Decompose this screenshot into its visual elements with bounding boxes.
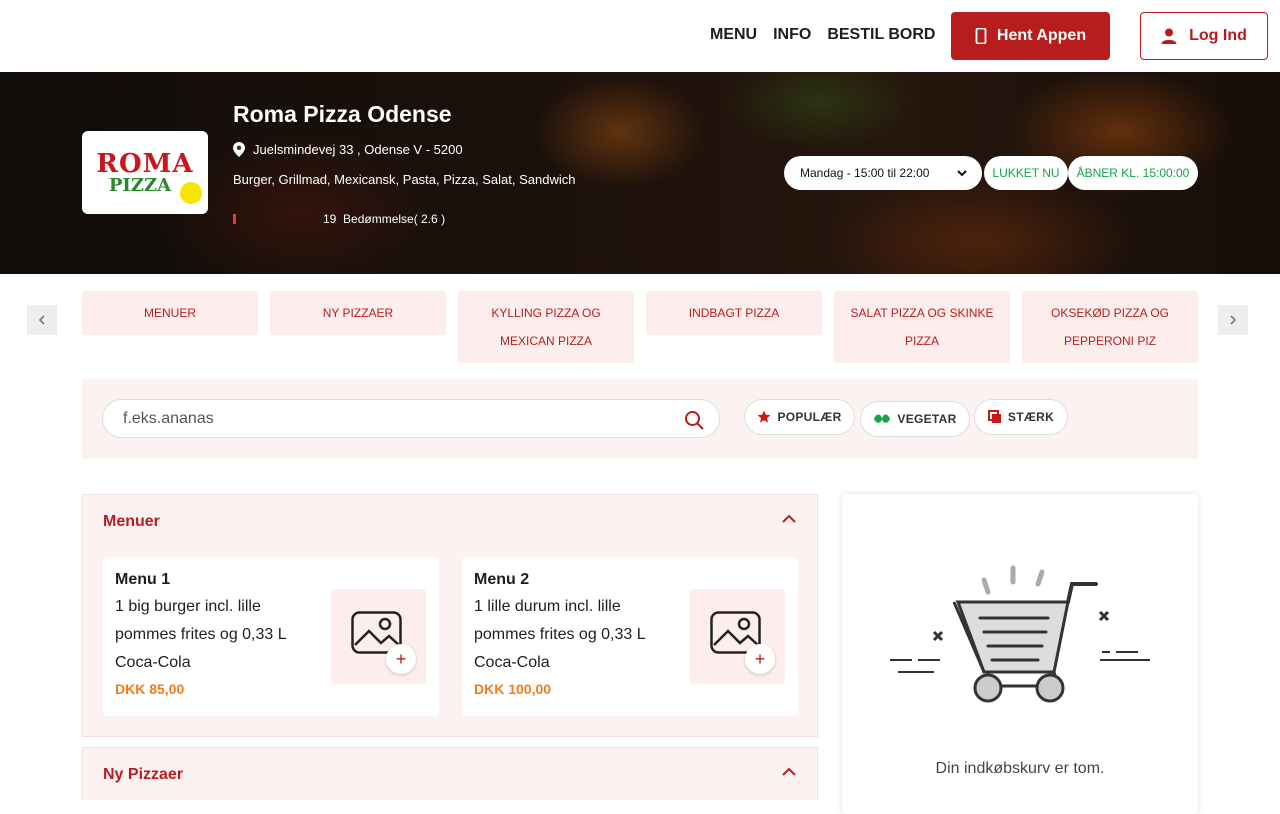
chevron-down-icon xyxy=(957,170,967,177)
item-description: 1 lille durum incl. lille pommes frites … xyxy=(474,598,646,671)
login-label: Log Ind xyxy=(1189,27,1247,44)
main-nav: MENU INFO BESTIL BORD xyxy=(710,26,935,44)
filter-spicy-button[interactable]: STÆRK xyxy=(974,399,1068,435)
nav-info-link[interactable]: INFO xyxy=(773,26,811,44)
logo-badge xyxy=(180,182,202,204)
nav-book-table-link[interactable]: BESTIL BORD xyxy=(827,26,935,44)
item-description: 1 big burger incl. lille pommes frites o… xyxy=(115,598,287,671)
chevron-left-icon xyxy=(38,315,45,325)
empty-cart-message: Din indkøbskurv er tom. xyxy=(935,760,1105,777)
phone-icon xyxy=(975,28,987,44)
address-text: Juelsmindevej 33 , Odense V - 5200 xyxy=(253,142,463,157)
menu-item-card[interactable]: Menu 2 1 lille durum incl. lille pommes … xyxy=(462,557,798,716)
menu-item-card[interactable]: Menu 1 1 big burger incl. lille pommes f… xyxy=(103,557,439,716)
user-icon xyxy=(1161,28,1177,44)
empty-cart-icon xyxy=(890,565,1150,703)
filter-vegetarian-button[interactable]: VEGETAR xyxy=(860,401,970,437)
chevron-up-icon[interactable] xyxy=(781,766,797,778)
item-image-placeholder: + xyxy=(331,589,426,684)
category-tab-kylling-pizza[interactable]: KYLLING PIZZA OG MEXICAN PIZZA xyxy=(458,291,634,363)
search-input[interactable] xyxy=(102,399,720,438)
add-to-cart-button[interactable]: + xyxy=(386,644,416,674)
nav-menu-link[interactable]: MENU xyxy=(710,26,757,44)
search-panel: POPULÆR VEGETAR STÆRK xyxy=(82,379,1198,459)
restaurant-logo: ROMA PIZZA xyxy=(82,131,208,214)
category-tab-menuer[interactable]: MENUER xyxy=(82,291,258,335)
menu-section-ny-pizzaer: Ny Pizzaer xyxy=(82,747,818,800)
category-tab-ny-pizzaer[interactable]: NY PIZZAER xyxy=(270,291,446,335)
search-icon[interactable] xyxy=(684,410,704,430)
login-button[interactable]: Log Ind xyxy=(1140,12,1268,60)
filter-vegetarian-label: VEGETAR xyxy=(897,412,957,426)
chevron-up-icon[interactable] xyxy=(781,513,797,525)
logo-text-pizza: PIZZA xyxy=(108,174,172,196)
rating-row: 19 Bedømmelse( 2.6 ) xyxy=(233,212,445,226)
location-pin-icon xyxy=(233,142,245,157)
item-name: Menu 1 xyxy=(115,571,171,588)
rating-stars xyxy=(233,214,236,224)
chili-icon xyxy=(987,410,1001,423)
opening-hours-select[interactable]: Mandag - 15:00 til 22:00 xyxy=(784,156,982,190)
closed-now-badge: LUKKET NU xyxy=(984,156,1068,190)
opens-at-badge: ÅBNER KL. 15:00:00 xyxy=(1068,156,1198,190)
cuisine-list: Burger, Grillmad, Mexicansk, Pasta, Pizz… xyxy=(233,172,576,187)
section-title: Menuer xyxy=(103,513,160,530)
top-bar: MENU INFO BESTIL BORD Hent Appen Log Ind xyxy=(0,0,1280,72)
item-price: DKK 85,00 xyxy=(115,681,185,697)
item-image-placeholder: + xyxy=(690,589,785,684)
restaurant-hero: ROMA PIZZA Roma Pizza Odense Juelsmindev… xyxy=(0,72,1280,274)
item-name: Menu 2 xyxy=(474,571,530,588)
review-count: 19 xyxy=(323,212,337,226)
category-scroll-right[interactable] xyxy=(1218,305,1248,335)
menu-section-menuer: Menuer Menu 1 1 big burger incl. lille p… xyxy=(82,494,818,737)
logo-text-roma: ROMA xyxy=(96,148,194,179)
category-scroll-left[interactable] xyxy=(27,305,57,335)
opening-hours-value: Mandag - 15:00 til 22:00 xyxy=(800,166,930,180)
get-app-button[interactable]: Hent Appen xyxy=(951,12,1110,60)
add-to-cart-button[interactable]: + xyxy=(745,644,775,674)
category-tab-indbagt-pizza[interactable]: INDBAGT PIZZA xyxy=(646,291,822,335)
filter-spicy-label: STÆRK xyxy=(1007,410,1055,424)
restaurant-name: Roma Pizza Odense xyxy=(233,101,452,127)
section-title: Ny Pizzaer xyxy=(103,766,184,783)
shopping-cart-panel: Din indkøbskurv er tom. xyxy=(842,494,1198,814)
item-price: DKK 100,00 xyxy=(474,681,552,697)
restaurant-address: Juelsmindevej 33 , Odense V - 5200 xyxy=(233,142,463,157)
leaf-icon xyxy=(874,414,891,423)
filter-popular-button[interactable]: POPULÆR xyxy=(744,399,855,435)
category-tab-salat-pizza[interactable]: SALAT PIZZA OG SKINKE PIZZA xyxy=(834,291,1010,363)
chevron-right-icon xyxy=(1230,315,1237,325)
star-icon xyxy=(757,410,771,423)
category-tab-oksekod-pizza[interactable]: OKSEKØD PIZZA OG PEPPERONI PIZ xyxy=(1022,291,1198,363)
filter-popular-label: POPULÆR xyxy=(777,410,842,424)
rating-label: Bedømmelse( 2.6 ) xyxy=(343,212,446,226)
get-app-label: Hent Appen xyxy=(996,27,1087,44)
